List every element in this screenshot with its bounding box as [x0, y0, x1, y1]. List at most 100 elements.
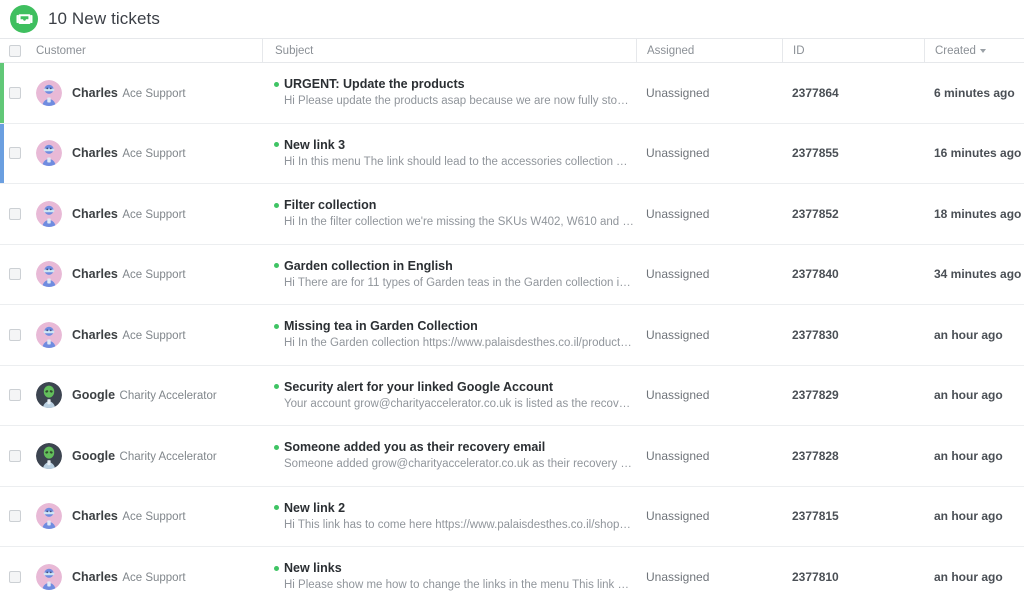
column-header-subject[interactable]: Subject [262, 39, 636, 62]
assigned-cell[interactable]: Unassigned [636, 568, 782, 586]
subject-cell[interactable]: New link 2 Hi This link has to come here… [262, 500, 636, 533]
assigned-cell[interactable]: Unassigned [636, 507, 782, 525]
subject-title: Garden collection in English [284, 258, 453, 274]
id-cell: 2377810 [782, 568, 924, 586]
row-select-checkbox[interactable] [9, 571, 21, 583]
subject-cell[interactable]: New links Hi Please show me how to chang… [262, 560, 636, 593]
ticket-id: 2377840 [792, 267, 839, 281]
subject-cell[interactable]: Missing tea in Garden Collection Hi In t… [262, 318, 636, 351]
assigned-cell[interactable]: Unassigned [636, 447, 782, 465]
row-select-checkbox[interactable] [9, 389, 21, 401]
row-select-checkbox[interactable] [9, 510, 21, 522]
status-dot-icon [274, 445, 279, 450]
chevron-down-icon [980, 49, 986, 53]
column-header-created[interactable]: Created [924, 39, 1024, 62]
assigned-value: Unassigned [646, 570, 709, 584]
ticket-id: 2377864 [792, 86, 839, 100]
assigned-cell[interactable]: Unassigned [636, 205, 782, 223]
subject-cell[interactable]: New link 3 Hi In this menu The link shou… [262, 137, 636, 170]
customer-cell: Charles Ace Support [30, 564, 262, 590]
row-accent-bar [0, 487, 4, 547]
table-row-7[interactable]: Google Charity Accelerator Someone added… [0, 426, 1024, 487]
column-header-created-label: Created [935, 45, 976, 57]
row-select-checkbox-cell[interactable] [0, 208, 30, 220]
status-dot-icon [274, 384, 279, 389]
table-body: Charles Ace Support URGENT: Update the p… [0, 63, 1024, 606]
subject-preview: Hi Please show me how to change the link… [274, 577, 634, 593]
row-accent-bar [0, 245, 4, 305]
assigned-cell[interactable]: Unassigned [636, 326, 782, 344]
row-accent-bar [0, 124, 4, 184]
customer-cell: Google Charity Accelerator [30, 443, 262, 469]
table-row-8[interactable]: Charles Ace Support New link 2 Hi This l… [0, 487, 1024, 548]
table-row-2[interactable]: Charles Ace Support New link 3 Hi In thi… [0, 124, 1024, 185]
person-avatar-pink [36, 564, 62, 590]
row-select-checkbox-cell[interactable] [0, 147, 30, 159]
customer-org: Ace Support [122, 330, 185, 342]
customer-org: Ace Support [122, 209, 185, 221]
assigned-value: Unassigned [646, 509, 709, 523]
row-select-checkbox[interactable] [9, 147, 21, 159]
ticket-id: 2377855 [792, 146, 839, 160]
subject-title: New links [284, 560, 342, 576]
subject-title: New link 2 [284, 500, 345, 516]
column-header-customer[interactable]: Customer [30, 39, 262, 62]
subject-cell[interactable]: URGENT: Update the products Hi Please up… [262, 76, 636, 109]
person-avatar-pink [36, 322, 62, 348]
row-select-checkbox-cell[interactable] [0, 450, 30, 462]
subject-cell[interactable]: Filter collection Hi In the filter colle… [262, 197, 636, 230]
created-value: an hour ago [934, 449, 1003, 463]
customer-name: Charles [72, 570, 118, 584]
table-row-6[interactable]: Google Charity Accelerator Security aler… [0, 366, 1024, 427]
row-select-checkbox[interactable] [9, 329, 21, 341]
created-cell: an hour ago [924, 447, 1024, 465]
created-cell: 6 minutes ago [924, 84, 1024, 102]
row-select-checkbox-cell[interactable] [0, 87, 30, 99]
row-accent-bar [0, 366, 4, 426]
subject-cell[interactable]: Security alert for your linked Google Ac… [262, 379, 636, 412]
table-row-5[interactable]: Charles Ace Support Missing tea in Garde… [0, 305, 1024, 366]
subject-cell[interactable]: Someone added you as their recovery emai… [262, 439, 636, 472]
assigned-cell[interactable]: Unassigned [636, 386, 782, 404]
column-header-id[interactable]: ID [782, 39, 924, 62]
table-row-4[interactable]: Charles Ace Support Garden collection in… [0, 245, 1024, 306]
row-select-checkbox-cell[interactable] [0, 571, 30, 583]
table-row-1[interactable]: Charles Ace Support URGENT: Update the p… [0, 63, 1024, 124]
subject-cell[interactable]: Garden collection in English Hi There ar… [262, 258, 636, 291]
row-select-checkbox-cell[interactable] [0, 329, 30, 341]
row-select-checkbox[interactable] [9, 268, 21, 280]
subject-title: Security alert for your linked Google Ac… [284, 379, 553, 395]
table-row-3[interactable]: Charles Ace Support Filter collection Hi… [0, 184, 1024, 245]
id-cell: 2377829 [782, 386, 924, 404]
row-select-checkbox-cell[interactable] [0, 510, 30, 522]
created-value: 34 minutes ago [934, 267, 1021, 281]
select-all-checkbox-cell[interactable] [0, 39, 30, 62]
alien-avatar-dark [36, 443, 62, 469]
subject-preview: Someone added grow@charityaccelerator.co… [274, 456, 634, 472]
assigned-cell[interactable]: Unassigned [636, 265, 782, 283]
select-all-checkbox[interactable] [9, 45, 21, 57]
ticket-id: 2377830 [792, 328, 839, 342]
row-select-checkbox[interactable] [9, 450, 21, 462]
row-select-checkbox[interactable] [9, 87, 21, 99]
assigned-cell[interactable]: Unassigned [636, 84, 782, 102]
ticket-id: 2377810 [792, 570, 839, 584]
customer-name: Google [72, 449, 115, 463]
customer-org: Charity Accelerator [120, 451, 217, 463]
assigned-value: Unassigned [646, 388, 709, 402]
column-header-assigned[interactable]: Assigned [636, 39, 782, 62]
table-row-9[interactable]: Charles Ace Support New links Hi Please … [0, 547, 1024, 606]
customer-name: Charles [72, 328, 118, 342]
ticket-id: 2377829 [792, 388, 839, 402]
assigned-value: Unassigned [646, 207, 709, 221]
customer-org: Ace Support [122, 148, 185, 160]
subject-title: New link 3 [284, 137, 345, 153]
row-select-checkbox-cell[interactable] [0, 389, 30, 401]
customer-org: Ace Support [122, 511, 185, 523]
row-select-checkbox-cell[interactable] [0, 268, 30, 280]
assigned-cell[interactable]: Unassigned [636, 144, 782, 162]
customer-cell: Charles Ace Support [30, 503, 262, 529]
row-select-checkbox[interactable] [9, 208, 21, 220]
assigned-value: Unassigned [646, 86, 709, 100]
person-avatar-pink [36, 140, 62, 166]
